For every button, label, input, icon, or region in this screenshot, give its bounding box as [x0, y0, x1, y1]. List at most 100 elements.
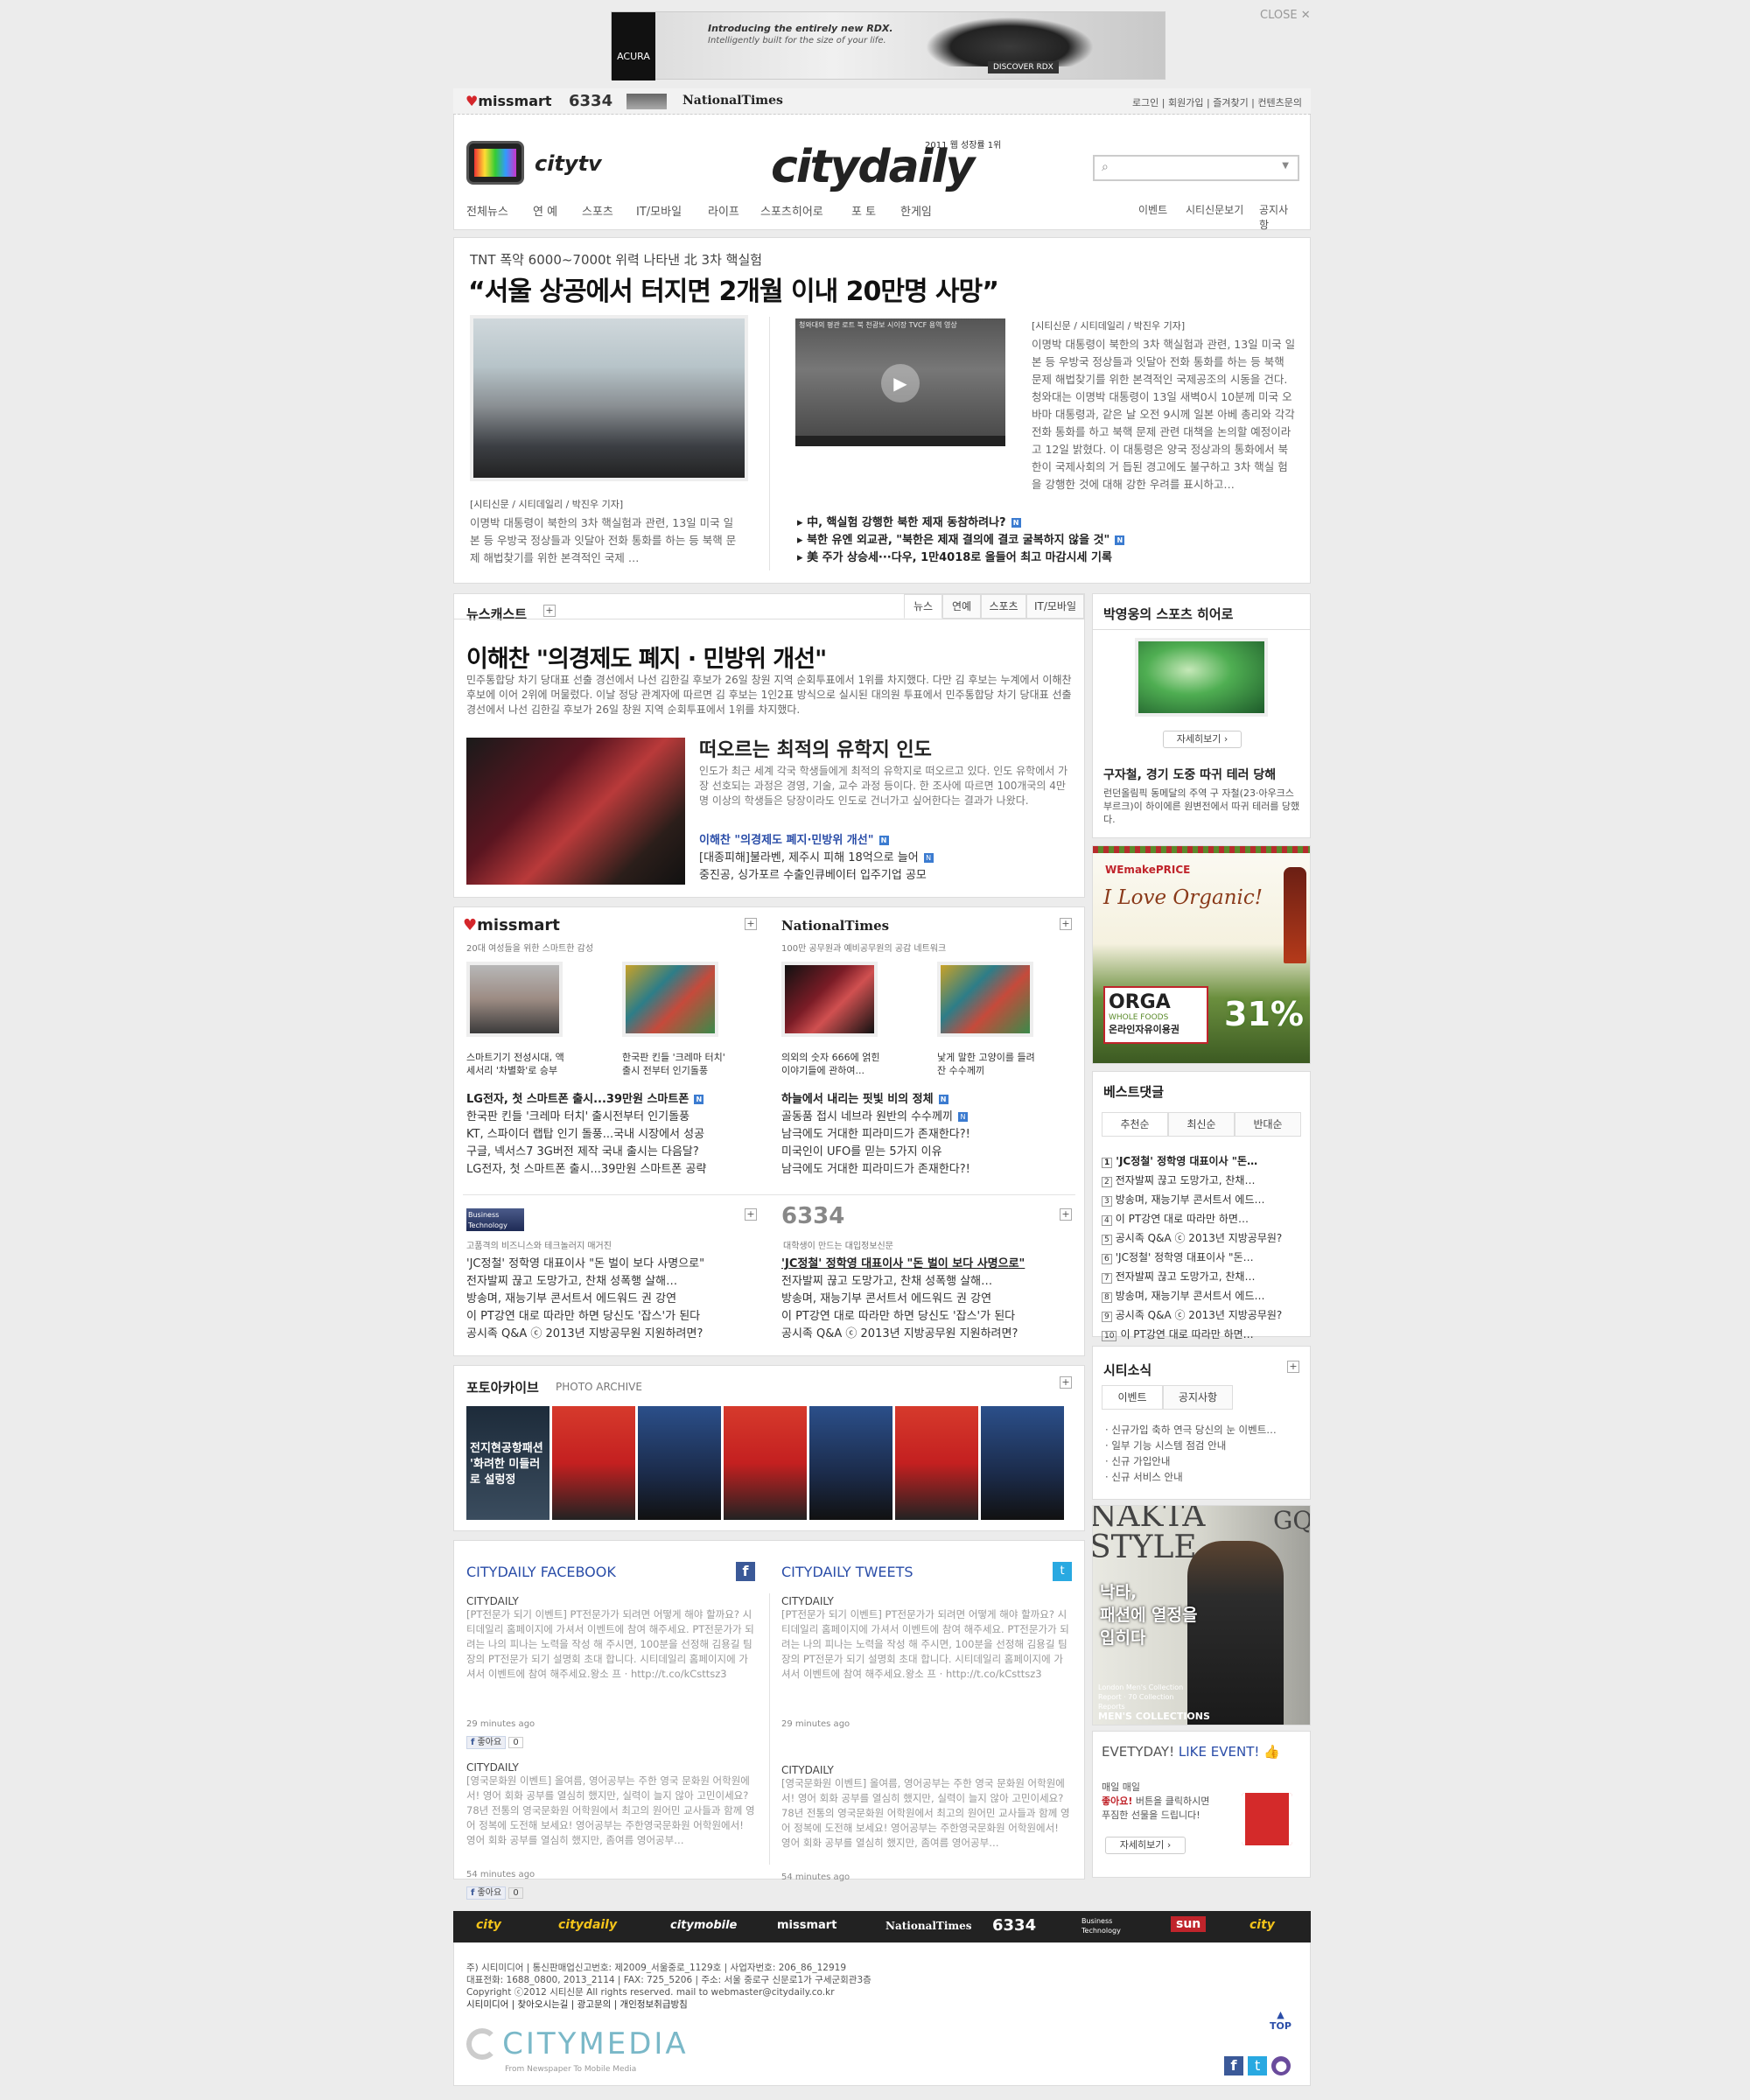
newscast-photo[interactable] — [466, 738, 685, 885]
tv-icon[interactable] — [466, 141, 524, 185]
newscast-more-icon[interactable]: + — [543, 605, 556, 617]
footer-brand[interactable]: citydaily — [558, 1918, 617, 1932]
newscast-link[interactable]: 중진공, 싱가포르 수출인큐베이터 입주기업 공모 — [699, 867, 1074, 885]
missmart-thumb-2[interactable] — [622, 962, 718, 1037]
tab-news[interactable]: 뉴스 — [904, 594, 942, 619]
comment-item[interactable]: 8 방송며, 재능기부 콘서트서 에드… — [1102, 1287, 1303, 1306]
bt-box-logo[interactable]: Business Technology — [466, 1208, 524, 1231]
citydaily-logo[interactable]: citydaily — [771, 141, 975, 193]
newscast-text[interactable]: 민주통합당 차기 당대표 선출 경선에서 나선 김한길 후보가 26일 창원 지… — [466, 673, 1074, 718]
city-news-item[interactable]: · 신규가입 축하 연극 당신의 눈 이벤트… — [1105, 1422, 1303, 1438]
facebook-title[interactable]: CITYDAILY FACEBOOK — [466, 1564, 616, 1580]
missmart-link[interactable]: ♥missmart — [466, 93, 552, 109]
ad-cta[interactable]: DISCOVER RDX — [988, 61, 1059, 74]
nav-all-news[interactable]: 전체뉴스 — [466, 202, 508, 219]
nationaltimes-link[interactable]: 골동품 접시 네브라 원반의 수수께끼 N — [781, 1109, 1070, 1126]
like-button[interactable]: f 좋아요 0 — [466, 1885, 755, 1900]
left-summary[interactable]: 이명박 대통령이 북한의 3차 핵실험과 관련, 13일 미국 일본 등 우방국… — [470, 514, 741, 567]
footer-brand[interactable]: city — [1250, 1918, 1275, 1932]
comment-item[interactable]: 7 전자발찌 끊고 도망가고, 찬채… — [1102, 1268, 1303, 1287]
nationaltimes-link[interactable]: 남극에도 거대한 피라미드가 존재한다?! — [781, 1161, 1070, 1179]
missmart-thumb-caption[interactable]: 스마트기기 전성시대, 액세서리 '차별화'로 승부 — [466, 1051, 566, 1077]
6334-link[interactable]: 공시족 Q&A ⓒ 2013년 지방공무원 지원하려면? — [781, 1326, 1070, 1343]
newscast-headline[interactable]: 이해찬 "의경제도 폐지 · 민방위 개선" — [466, 640, 827, 674]
right-summary[interactable]: 이명박 대통령이 북한의 3차 핵실험과 관련, 13일 미국 일본 등 우방국… — [1032, 336, 1298, 494]
missmart-thumb-caption[interactable]: 한국판 킨들 '크레마 터치' 출시 전부터 인기돌풍 — [622, 1051, 727, 1077]
tab-opposed[interactable]: 반대순 — [1235, 1112, 1301, 1137]
facebook-icon[interactable]: f — [1224, 2056, 1243, 2076]
nationaltimes-thumb-caption[interactable]: 낯게 말한 고양이를 들려잔 수수께끼 — [937, 1051, 1042, 1077]
nav-hangame[interactable]: 한게임 — [900, 202, 932, 219]
nav-event[interactable]: 이벤트 — [1138, 202, 1167, 217]
city-news-more-icon[interactable]: + — [1287, 1361, 1299, 1373]
6334-box-logo[interactable]: 6334 — [781, 1203, 844, 1229]
missmart-link[interactable]: LG전자, 첫 스마트폰 출시...39만원 스마트폰 N — [466, 1091, 755, 1109]
missmart-link[interactable]: 구글, 넥서스7 3G버전 제작 국내 출시는 다음달? — [466, 1144, 755, 1161]
footer-brand[interactable]: Business Technology — [1082, 1916, 1130, 1936]
nationaltimes-link[interactable]: NationalTimes — [682, 94, 783, 108]
photo-thumb[interactable]: 전지현공항패션 '화려한 미들러로 설렁정 — [466, 1406, 550, 1520]
6334-link[interactable]: 'JC정철' 정학영 대표이사 "돈 벌이 보다 사명으로" — [781, 1256, 1070, 1273]
top-button[interactable]: ▲ TOP — [1270, 2009, 1292, 2032]
comment-item[interactable]: 9 공시족 Q&A ⓒ 2013년 지방공무원? — [1102, 1306, 1303, 1326]
play-icon[interactable]: ▶ — [881, 364, 920, 402]
ad-close-button[interactable]: CLOSE ✕ — [1260, 9, 1311, 22]
comment-item[interactable]: 10 이 PT강연 대로 따라만 하면… — [1102, 1326, 1303, 1345]
photo-thumb[interactable] — [552, 1406, 635, 1520]
comment-item[interactable]: 3 방송며, 재능기부 콘서트서 에드… — [1102, 1191, 1303, 1210]
headline-title[interactable]: “서울 상공에서 터지면 2개월 이내 20만명 사망” — [468, 270, 999, 308]
comment-item[interactable]: 6 'JC정철' 정학영 대표이사 "돈… — [1102, 1249, 1303, 1268]
messenger-icon[interactable]: ● — [1271, 2056, 1292, 2076]
nav-entertainment[interactable]: 연 예 — [533, 202, 557, 219]
photo-thumb[interactable] — [638, 1406, 721, 1520]
city-news-item[interactable]: · 신규 가입안내 — [1105, 1453, 1303, 1469]
tab-city-event[interactable]: 이벤트 — [1102, 1385, 1163, 1410]
bt-link[interactable]: 전자발찌 끊고 도망가고, 찬채 성폭행 살해… — [466, 1273, 755, 1291]
video-player[interactable]: 청와대의 평관 로트 북 천광보 시이장 TVCF 용역 영상 ▶ — [795, 318, 1005, 446]
bookmark-link[interactable]: 즐겨찾기 — [1213, 97, 1248, 108]
headline-photo-left[interactable] — [470, 315, 748, 481]
nationaltimes-more-icon[interactable]: + — [1060, 918, 1072, 930]
6334-link[interactable]: 이 PT강연 대로 따라만 하면 당신도 '잡스'가 된다 — [781, 1308, 1070, 1326]
nav-photo[interactable]: 포 토 — [851, 202, 876, 219]
facebook-icon[interactable]: f — [736, 1562, 755, 1581]
nav-sports-hero[interactable]: 스포츠히어로 — [760, 202, 823, 219]
nationaltimes-logo[interactable]: NationalTimes — [781, 918, 889, 934]
like-event-more-button[interactable]: 자세히보기 › — [1105, 1837, 1186, 1854]
twitter-title[interactable]: CITYDAILY TWEETS — [781, 1564, 914, 1580]
newscast-sub-text[interactable]: 인도가 최근 세계 각국 학생들에게 최적의 유학지로 떠오르고 있다. 인도 … — [699, 764, 1074, 808]
tab-it-mobile[interactable]: IT/모바일 — [1026, 594, 1084, 619]
sports-hero-text[interactable]: 런던올림픽 동메달의 주역 구 자철(23·아우크스부르크)이 하이에른 원변전… — [1103, 787, 1303, 826]
bt-link[interactable]: 공시족 Q&A ⓒ 2013년 지방공무원 지원하려면? — [466, 1326, 755, 1343]
photo-archive-more-icon[interactable]: + — [1060, 1376, 1072, 1389]
newscast-link[interactable]: [대종피해]불라벤, 제주시 피해 18억으로 늘어 N — [699, 850, 1074, 867]
headline-link[interactable]: ▸ 中, 핵실험 강행한 북한 제재 동참하려나? N — [797, 514, 1287, 532]
nationaltimes-thumb-1[interactable] — [781, 962, 878, 1037]
missmart-thumb-1[interactable] — [466, 962, 563, 1037]
photo-thumb[interactable] — [724, 1406, 807, 1520]
citytv-logo[interactable]: citytv — [535, 151, 602, 176]
login-link[interactable]: 로그인 — [1132, 97, 1158, 108]
6334-more-icon[interactable]: + — [1060, 1208, 1072, 1221]
bt-more-icon[interactable]: + — [745, 1208, 757, 1221]
nationaltimes-thumb-caption[interactable]: 의외의 숫자 666에 얽힌 이야기들에 관하여... — [781, 1051, 886, 1077]
photo-thumb[interactable] — [809, 1406, 892, 1520]
footer-brand[interactable]: citymobile — [670, 1919, 737, 1932]
nav-sports[interactable]: 스포츠 — [582, 202, 613, 219]
photo-thumb[interactable] — [981, 1406, 1064, 1520]
nav-it-mobile[interactable]: IT/모바일 — [636, 202, 682, 219]
6334-link[interactable]: 전자발찌 끊고 도망가고, 찬채 성폭행 살해… — [781, 1273, 1070, 1291]
nav-notice[interactable]: 공지사항 — [1259, 202, 1298, 232]
nav-newspaper[interactable]: 시티신문보기 — [1186, 202, 1243, 217]
newscast-link[interactable]: 이해찬 "의경제도 폐지·민방위 개선" N — [699, 832, 1074, 850]
nationaltimes-thumb-2[interactable] — [937, 962, 1033, 1037]
headline-link[interactable]: ▸ 美 주가 상승세···다우, 1만4018로 올들어 최고 마감시세 기록 — [797, 550, 1287, 567]
sports-hero-photo[interactable] — [1135, 638, 1268, 717]
nakta-style-ad[interactable]: NAKTA STYLE GQ 낙타, 패션에 열정을 입히다 London Me… — [1092, 1505, 1311, 1726]
bt-logo[interactable] — [626, 94, 667, 109]
video-controls[interactable] — [795, 436, 1005, 446]
bt-link[interactable]: 'JC정철' 정학영 대표이사 "돈 벌이 보다 사명으로" — [466, 1256, 755, 1273]
twitter-icon[interactable]: t — [1053, 1562, 1072, 1581]
missmart-more-icon[interactable]: + — [745, 918, 757, 930]
tab-city-notice[interactable]: 공지사항 — [1163, 1385, 1233, 1410]
